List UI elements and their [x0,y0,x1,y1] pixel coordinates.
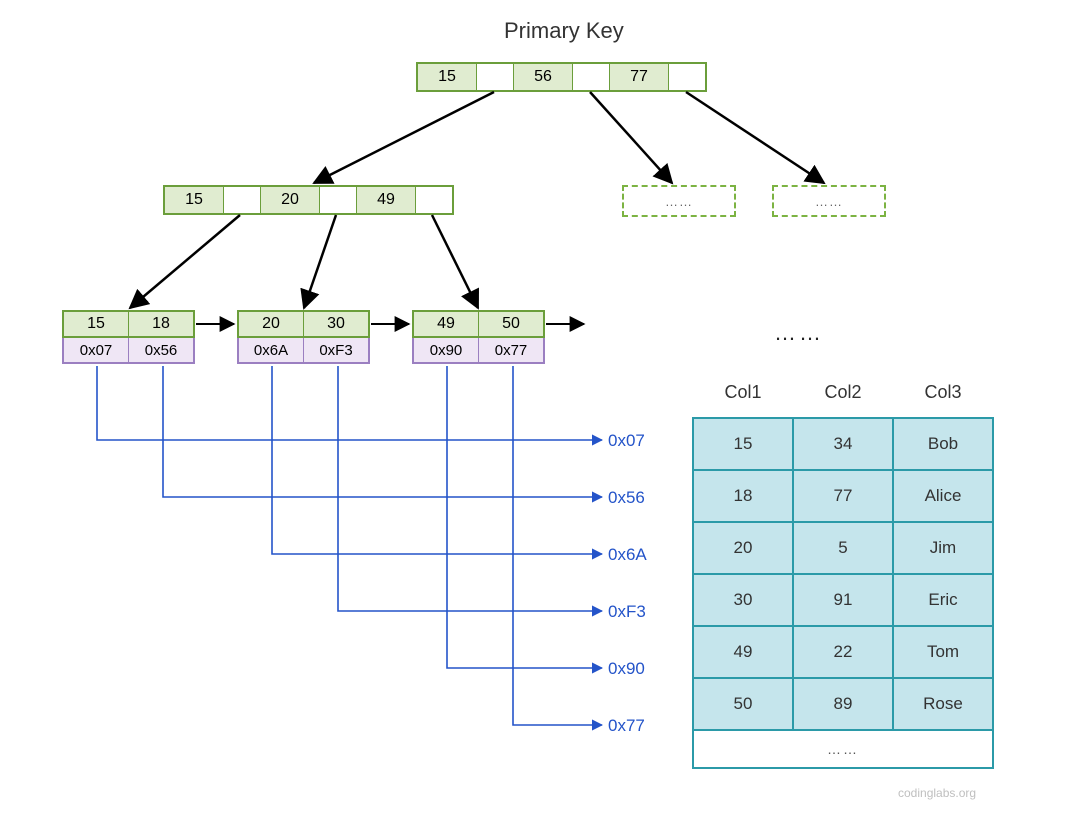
leaf-node-0: 15 18 0x07 0x56 [62,310,195,364]
table-footer-cell: …… [693,730,993,768]
table-header-col3: Col3 [893,374,993,418]
cell: 15 [693,418,793,470]
root-ptr-1 [573,64,610,90]
root-node: 15 56 77 [416,62,707,92]
data-table: Col1 Col2 Col3 15 34 Bob 18 77 Alice 20 … [692,374,994,769]
cell: 5 [793,522,893,574]
root-key-0: 15 [418,64,477,90]
table-header-col2: Col2 [793,374,893,418]
internal-key-2: 49 [357,187,416,213]
addr-label-4: 0x90 [608,659,645,679]
leaf1-addr-0: 0x6A [239,338,304,362]
watermark: codinglabs.org [898,786,976,800]
leaf2-key-1: 50 [479,312,543,336]
table-row: 50 89 Rose [693,678,993,730]
addr-label-0: 0x07 [608,431,645,451]
cell: 18 [693,470,793,522]
table-header-col1: Col1 [693,374,793,418]
cell: 30 [693,574,793,626]
leaf-node-2: 49 50 0x90 0x77 [412,310,545,364]
internal-ptr-0 [224,187,261,213]
internal-key-1: 20 [261,187,320,213]
cell: 34 [793,418,893,470]
cell: Bob [893,418,993,470]
cell: 20 [693,522,793,574]
addr-label-1: 0x56 [608,488,645,508]
leaf0-key-1: 18 [129,312,193,336]
placeholder-node-1: …… [772,185,886,217]
cell: 77 [793,470,893,522]
ellipsis-label: …… [774,320,824,346]
leaf0-addr-1: 0x56 [129,338,193,362]
cell: 91 [793,574,893,626]
leaf2-key-0: 49 [414,312,479,336]
cell: 49 [693,626,793,678]
table-row: 15 34 Bob [693,418,993,470]
leaf1-addr-1: 0xF3 [304,338,368,362]
leaf1-key-1: 30 [304,312,368,336]
cell: 22 [793,626,893,678]
root-key-1: 56 [514,64,573,90]
internal-ptr-2 [416,187,452,213]
table-footer-row: …… [693,730,993,768]
internal-key-0: 15 [165,187,224,213]
leaf2-addr-1: 0x77 [479,338,543,362]
placeholder-node-0: …… [622,185,736,217]
addr-label-5: 0x77 [608,716,645,736]
table-row: 18 77 Alice [693,470,993,522]
leaf0-key-0: 15 [64,312,129,336]
leaf1-key-0: 20 [239,312,304,336]
cell: Rose [893,678,993,730]
diagram-title: Primary Key [504,18,624,44]
internal-node: 15 20 49 [163,185,454,215]
table-row: 49 22 Tom [693,626,993,678]
cell: 89 [793,678,893,730]
cell: 50 [693,678,793,730]
leaf0-addr-0: 0x07 [64,338,129,362]
cell: Eric [893,574,993,626]
leaf2-addr-0: 0x90 [414,338,479,362]
addr-label-2: 0x6A [608,545,647,565]
root-ptr-0 [477,64,514,90]
root-key-2: 77 [610,64,669,90]
table-row: 20 5 Jim [693,522,993,574]
root-ptr-2 [669,64,705,90]
addr-label-3: 0xF3 [608,602,646,622]
cell: Jim [893,522,993,574]
cell: Alice [893,470,993,522]
cell: Tom [893,626,993,678]
leaf-node-1: 20 30 0x6A 0xF3 [237,310,370,364]
table-row: 30 91 Eric [693,574,993,626]
internal-ptr-1 [320,187,357,213]
